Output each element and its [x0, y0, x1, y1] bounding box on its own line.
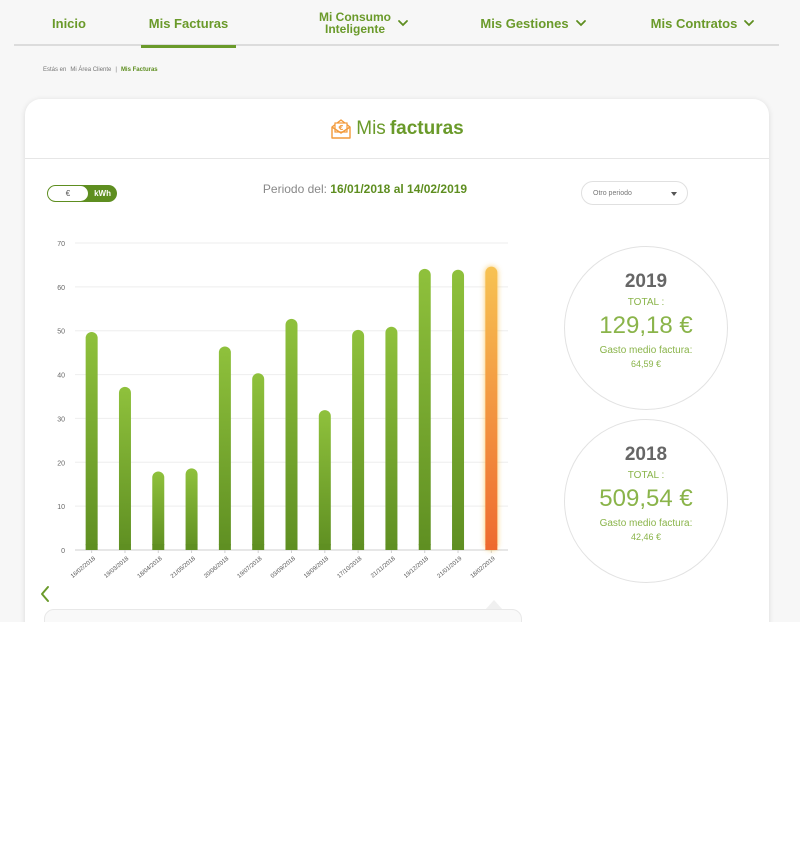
average-label: Gasto medio factura: — [599, 518, 693, 529]
nav-item-mis-gestiones[interactable]: Mis Gestiones — [476, 0, 591, 46]
chevron-down-icon — [398, 20, 408, 27]
total-year: 2019 — [624, 271, 668, 292]
invoices-bar-chart: 0 10 20 30 40 50 60 70 16/02/2018 19/03/2018 18/04… — [57, 241, 508, 580]
total-label: TOTAL : — [627, 470, 665, 481]
nav-item-inicio[interactable]: Inicio — [34, 0, 104, 46]
x-tick-label: 21/11/2018 — [370, 556, 397, 580]
bar-base — [352, 544, 365, 550]
breadcrumb-separator: | — [115, 67, 117, 73]
chevron-left-icon[interactable] — [39, 585, 51, 603]
x-tick-label: 21/05/2018 — [170, 556, 197, 580]
bar-base — [452, 544, 465, 550]
bar-base — [118, 544, 131, 550]
bar-base — [218, 544, 231, 550]
total-label: TOTAL : — [627, 297, 665, 308]
bar[interactable] — [285, 318, 298, 550]
bar[interactable] — [418, 268, 431, 550]
bar[interactable] — [452, 269, 465, 550]
y-tick-label: 60 — [57, 285, 65, 292]
nav-item-label: Mi Consumo Inteligente — [319, 11, 391, 35]
average-value: 42,46 € — [630, 532, 662, 542]
y-tick-label: 40 — [57, 373, 65, 380]
bar-selected[interactable] — [485, 266, 498, 550]
x-tick-label: 16/02/2018 — [70, 556, 97, 580]
period-select[interactable]: Otro periodo — [581, 181, 688, 205]
breadcrumb-current: Mis Facturas — [120, 67, 158, 73]
bar-base — [318, 544, 331, 550]
total-circle-2018: 2018 TOTAL : 509,54 € Gasto medio factur… — [564, 419, 728, 583]
bar[interactable] — [352, 329, 365, 550]
caret-down-icon — [671, 192, 677, 196]
bar[interactable] — [252, 373, 265, 550]
y-tick-label: 30 — [57, 416, 65, 423]
nav-item-label-line2: Inteligente — [324, 22, 385, 36]
bar[interactable] — [85, 332, 98, 550]
bar[interactable] — [185, 468, 198, 550]
x-tick-label: 19/12/2018 — [403, 556, 430, 580]
chevron-down-icon — [575, 20, 586, 27]
x-tick-label: 20/06/2018 — [203, 556, 230, 580]
nav-item-mi-consumo-inteligente[interactable]: Mi Consumo Inteligente — [299, 0, 429, 46]
x-tick-label: 03/09/2018 — [270, 556, 297, 580]
bar-base — [385, 544, 398, 550]
bar[interactable] — [152, 471, 165, 550]
bar-base — [152, 544, 165, 550]
x-tick-label: 18/09/2018 — [303, 556, 330, 580]
page-background: Inicio Mis Facturas Mi Consumo Inteligen… — [0, 0, 800, 622]
invoice-detail-panel — [44, 609, 522, 622]
chevron-down-icon — [744, 20, 755, 27]
x-tick-label: 17/10/2018 — [337, 556, 364, 580]
top-navigation: Inicio Mis Facturas Mi Consumo Inteligen… — [14, 0, 779, 48]
average-value: 64,59 € — [630, 359, 662, 369]
x-tick-label: 19/07/2018 — [237, 556, 264, 580]
nav-item-mis-facturas[interactable]: Mis Facturas — [141, 0, 236, 48]
invoices-card: € Mis facturas € kWh Periodo del: 16/01/… — [25, 99, 769, 622]
total-year: 2018 — [624, 444, 668, 465]
breadcrumb: Estás en Mi Área Cliente | Mis Facturas — [43, 67, 158, 73]
x-tick-label: 18/02/2019 — [470, 556, 497, 580]
y-tick-label: 70 — [57, 241, 65, 248]
bar-base — [418, 544, 431, 550]
total-amount: 509,54 € — [599, 485, 693, 512]
bar[interactable] — [118, 386, 131, 550]
bar-base — [185, 544, 198, 550]
bar-base — [485, 544, 498, 550]
average-label: Gasto medio factura: — [599, 345, 693, 356]
x-tick-label: 21/01/2019 — [436, 556, 463, 580]
y-tick-label: 20 — [57, 460, 65, 467]
y-tick-label: 50 — [57, 329, 65, 336]
nav-item-label: Inicio — [52, 15, 86, 31]
bar[interactable] — [318, 410, 331, 550]
total-amount: 129,18 € — [599, 312, 693, 339]
bar-base — [252, 544, 265, 550]
bar-base — [85, 544, 98, 550]
nav-item-label: Mis Contratos — [650, 15, 738, 31]
bar[interactable] — [385, 326, 398, 550]
breadcrumb-prefix: Estás en — [43, 67, 67, 73]
breadcrumb-link-area-cliente[interactable]: Mi Área Cliente — [70, 67, 111, 73]
nav-item-label: Mis Facturas — [148, 15, 229, 31]
nav-item-mis-contratos[interactable]: Mis Contratos — [638, 0, 768, 46]
bar[interactable] — [218, 346, 231, 550]
period-select-value: Otro periodo — [593, 189, 632, 197]
x-tick-label: 18/04/2018 — [137, 556, 164, 580]
x-tick-label: 19/03/2018 — [103, 556, 130, 580]
nav-item-label: Mis Gestiones — [480, 15, 569, 31]
y-tick-label: 0 — [61, 548, 65, 555]
total-circle-2019: 2019 TOTAL : 129,18 € Gasto medio factur… — [564, 246, 728, 410]
y-tick-label: 10 — [57, 504, 65, 511]
bar-base — [285, 544, 298, 550]
